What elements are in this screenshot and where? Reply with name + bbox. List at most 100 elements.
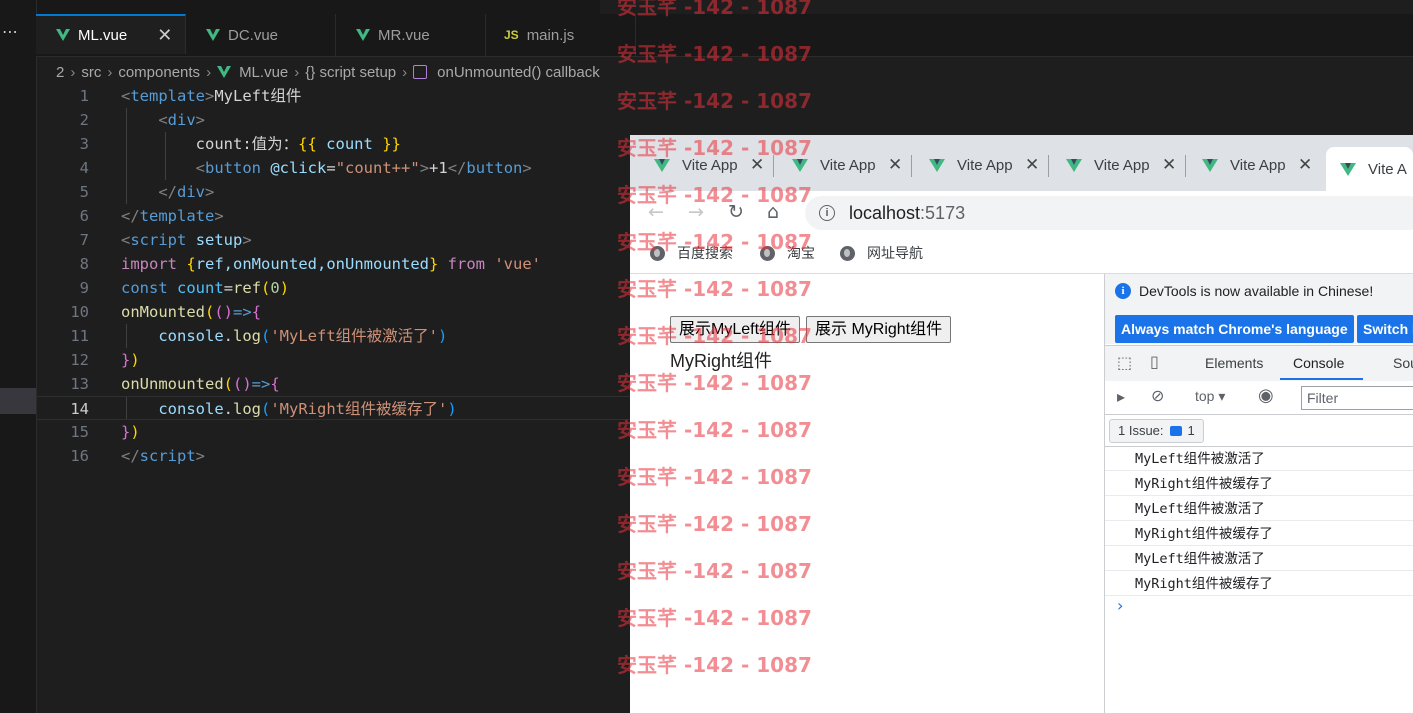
code-token: count [177,279,224,297]
tab-mr-vue[interactable]: MR.vue [336,14,486,56]
breadcrumb-item[interactable]: {} script setup [305,64,396,81]
titlebar-strip [0,0,600,14]
line-number: 4 [79,159,89,177]
code-token: +1 [429,159,448,177]
breadcrumb-item[interactable]: src [81,64,101,81]
issues-button[interactable]: 1 Issue: 1 [1109,419,1204,443]
close-icon[interactable]: ✕ [888,155,902,175]
watermark-text: 安玉芊 -142 - 1087 [617,512,812,536]
bookmark-item[interactable]: 网址导航 [840,243,923,263]
console-message: MyRight组件被缓存了 [1105,522,1413,546]
console-message: MyRight组件被缓存了 [1105,572,1413,596]
code-token: count:值为： [195,135,299,153]
breadcrumb-item[interactable]: ML.vue [239,64,288,81]
line-number: 1 [79,87,89,105]
browser-tab[interactable]: Vite App ✕ [1066,147,1187,183]
site-info-icon[interactable]: i [819,205,835,221]
clear-console-icon[interactable]: ⊘ [1151,386,1164,405]
browser-tab-active[interactable]: Vite A [1326,147,1413,191]
issues-bar: 1 Issue: 1 [1105,415,1413,447]
vue-file-icon [56,29,70,41]
globe-icon [840,245,855,261]
watermark-text: 安玉芊 -142 - 1087 [617,653,812,677]
close-icon[interactable]: ✕ [1025,155,1039,175]
code-token: script [130,231,187,249]
code-line: 11 console.log('MyLeft组件被激活了') [36,324,630,348]
watermark-text: 安玉芊 -142 - 1087 [617,371,812,395]
bookmark-label: 网址导航 [867,246,923,262]
close-icon[interactable]: ✕ [157,25,172,46]
close-icon[interactable]: ✕ [1298,155,1312,175]
code-line: 10 onMounted(()=>{ [36,300,630,324]
chevron-right-icon: › [107,63,113,81]
show-myright-button[interactable]: 展示 MyRight组件 [806,316,952,343]
tab-main-js[interactable]: JS main.js [486,14,636,56]
tab-console[interactable]: Console [1293,355,1344,371]
vue-favicon-icon [1202,158,1218,172]
address-bar[interactable]: i localhost:5173 [805,196,1413,230]
switch-devtools-language-button[interactable]: Switch DevTools to Chinese [1357,315,1413,343]
browser-tab[interactable]: Vite App ✕ [929,147,1050,183]
console-message: MyLeft组件被激活了 [1105,497,1413,521]
context-selector[interactable]: top ▾ [1195,388,1225,405]
watermark-text: 安玉芊 -142 - 1087 [617,0,812,19]
code-token: ref,onMounted,onUnmounted [195,255,429,273]
breadcrumb-item[interactable]: onUnmounted() callback [437,64,600,81]
line-number: 6 [79,207,89,225]
js-file-icon: JS [504,28,519,42]
vue-favicon-icon [1066,158,1082,172]
activity-bar: ⋯ [0,0,37,713]
code-token: import [121,255,177,273]
url-host: localhost [849,202,921,223]
watermark-text: 安玉芊 -142 - 1087 [617,183,812,207]
sidebar-toggle-icon[interactable]: ▸ [1117,387,1125,406]
devtools-tab-bar: ⬚ ▯ Elements Console Sources [1105,345,1413,382]
code-line: 2 <div> [36,108,630,132]
chevron-right-icon: › [206,63,212,81]
watermark-text: 安玉芊 -142 - 1087 [617,324,812,348]
method-cube-icon [413,65,428,79]
tab-label: DC.vue [228,26,279,44]
code-line: 5 </div> [36,180,630,204]
close-icon[interactable]: ✕ [1162,155,1176,175]
console-message: MyLeft组件被激活了 [1105,547,1413,571]
line-number: 2 [79,111,89,129]
browser-tab[interactable]: Vite App ✕ [1202,147,1312,183]
vue-favicon-icon [1340,162,1356,176]
line-number: 8 [79,255,89,273]
code-token: console [158,400,224,418]
vue-file-icon [206,29,220,41]
code-token: button [205,159,261,177]
inspect-element-icon[interactable]: ⬚ [1117,353,1132,372]
tab-ml-vue[interactable]: ML.vue ✕ [36,14,186,54]
eye-icon[interactable]: ◉ [1258,385,1274,406]
filter-input[interactable]: Filter [1301,386,1413,410]
devtools-language-notice: i DevTools is now available in Chinese! A… [1105,274,1413,344]
code-token: MyLeft组件 [214,87,302,105]
breadcrumb-item[interactable]: 2 [56,64,64,81]
watermark-text: 安玉芊 -142 - 1087 [617,606,812,630]
code-token: div [177,183,205,201]
tab-elements[interactable]: Elements [1205,355,1263,371]
tab-dc-vue[interactable]: DC.vue [186,14,336,56]
info-icon: i [1115,283,1131,299]
code-token: 'MyLeft组件被激活了' [270,327,438,345]
breadcrumb-item[interactable]: components [118,64,200,81]
explorer-selected-row [0,388,36,414]
tab-label: ML.vue [78,26,128,44]
line-number: 13 [70,375,89,393]
code-token: setup [195,231,243,249]
code-line: 9 const count=ref(0) [36,276,630,300]
code-token: ref [233,279,262,297]
tab-sources[interactable]: Sources [1393,355,1413,371]
code-token: count [326,135,373,153]
console-prompt-icon[interactable]: › [1117,596,1123,615]
more-actions-icon[interactable]: ⋯ [2,22,19,41]
code-token: const [121,279,168,297]
breadcrumb: 2 › src › components › ML.vue › {} script se… [36,60,656,84]
code-editor[interactable]: 1 <template>MyLeft组件 2 <div> 3 count:值为：{… [36,84,630,713]
line-number: 14 [70,400,89,418]
device-toolbar-icon[interactable]: ▯ [1150,352,1159,371]
code-token: template [139,207,215,225]
always-match-language-button[interactable]: Always match Chrome's language [1115,315,1354,343]
